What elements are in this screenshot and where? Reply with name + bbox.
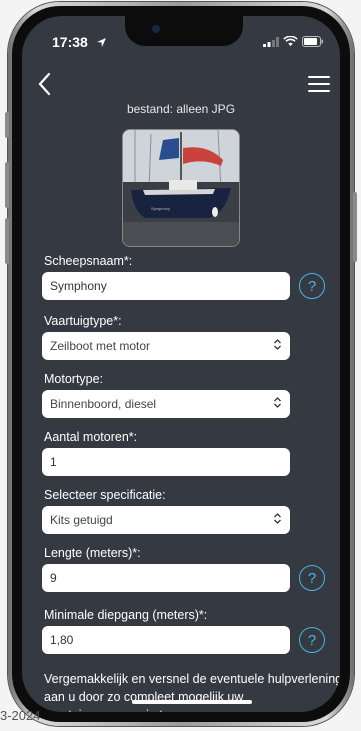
file-type-hint: bestand: alleen JPG	[126, 102, 236, 116]
volume-down-button	[5, 218, 9, 264]
status-icons	[263, 34, 324, 52]
select-chevron-icon	[273, 339, 282, 353]
engine-type-label: Motortype:	[44, 372, 104, 386]
specification-value: Kits getuigd	[50, 513, 113, 527]
app-screen: 17:38 bestand: alleen JPG Symphony Schee…	[22, 16, 340, 712]
home-indicator[interactable]	[132, 700, 252, 704]
phone-bezel: 17:38 bestand: alleen JPG Symphony Schee…	[12, 6, 350, 722]
ship-name-label: Scheepsnaam*:	[44, 254, 133, 268]
vessel-type-value: Zeilboot met motor	[50, 339, 151, 353]
engine-count-label: Aantal motoren*:	[44, 430, 138, 444]
length-help-button[interactable]: ?	[299, 565, 325, 591]
front-camera	[152, 25, 160, 33]
engine-count-input[interactable]: 1	[42, 448, 290, 476]
draft-help-button[interactable]: ?	[299, 627, 325, 653]
wifi-icon	[283, 34, 298, 52]
vessel-type-select[interactable]: Zeilboot met motor	[42, 332, 290, 360]
power-button	[353, 192, 357, 262]
back-button[interactable]	[36, 70, 60, 98]
ship-name-help-button[interactable]: ?	[299, 273, 325, 299]
info-text: Vergemakkelijk en versnel de eventuele h…	[44, 672, 340, 712]
form-content: bestand: alleen JPG Symphony	[22, 100, 340, 247]
notch	[125, 16, 243, 46]
engine-type-select[interactable]: Binnenboord, diesel	[42, 390, 290, 418]
sailboat-image: Symphony	[123, 130, 239, 246]
length-label: Lengte (meters)*:	[44, 546, 141, 560]
specification-select[interactable]: Kits getuigd	[42, 506, 290, 534]
vessel-type-label: Vaartuigtype*:	[44, 314, 122, 328]
hamburger-menu-button[interactable]	[308, 76, 330, 94]
signal-icon	[263, 34, 279, 52]
ship-name-input[interactable]: Symphony	[42, 272, 290, 300]
phone-frame: 17:38 bestand: alleen JPG Symphony Schee…	[5, 2, 357, 726]
mute-switch	[5, 112, 9, 138]
volume-up-button	[5, 162, 9, 208]
select-chevron-icon	[273, 397, 282, 411]
specification-label: Selecteer specificatie:	[44, 488, 166, 502]
length-input[interactable]: 9	[42, 564, 290, 592]
battery-icon	[302, 34, 324, 52]
engine-type-value: Binnenboord, diesel	[50, 397, 157, 411]
select-chevron-icon	[273, 513, 282, 527]
svg-text:Symphony: Symphony	[151, 206, 170, 211]
status-time: 17:38	[52, 34, 88, 50]
draft-input[interactable]: 1,80	[42, 626, 290, 654]
location-arrow-icon	[96, 35, 107, 53]
watermark-text: 3-2024	[0, 708, 41, 723]
draft-label: Minimale diepgang (meters)*:	[44, 608, 208, 622]
chevron-left-icon	[38, 72, 51, 96]
boat-photo[interactable]: Symphony	[122, 129, 240, 247]
